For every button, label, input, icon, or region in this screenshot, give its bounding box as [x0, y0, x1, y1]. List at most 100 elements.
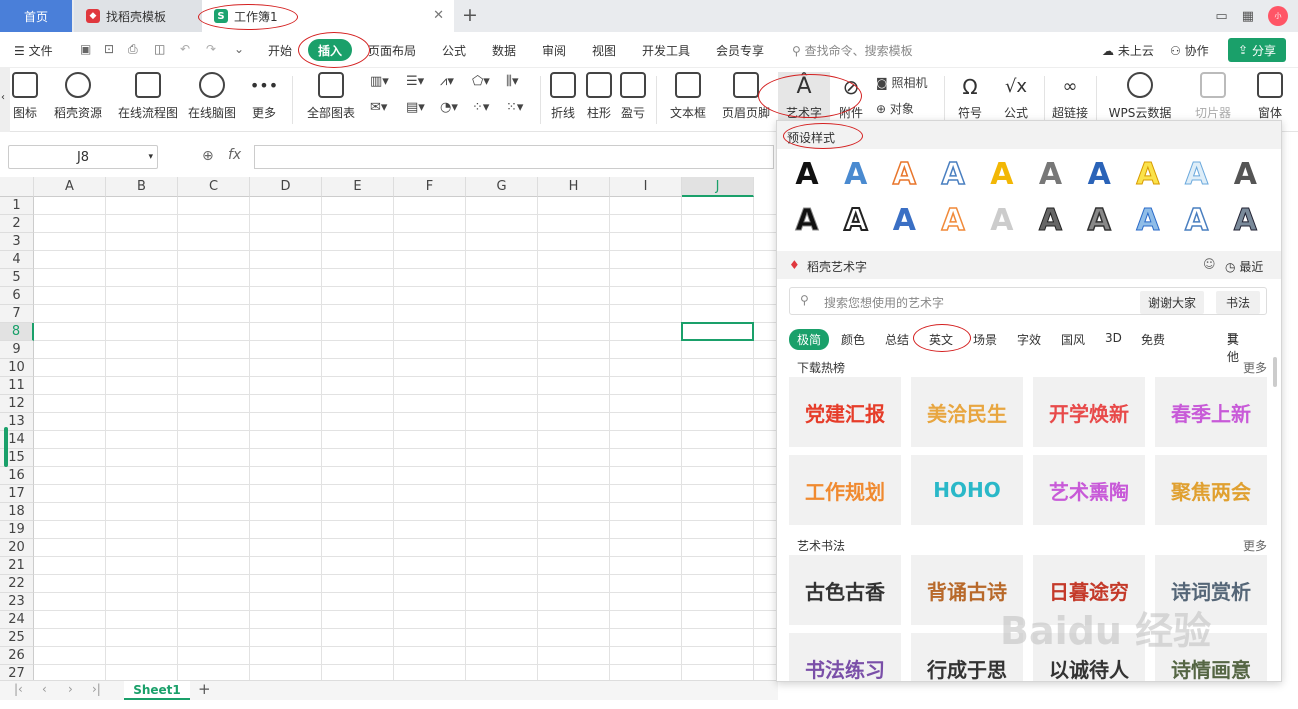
sheet-nav-first-icon[interactable]: |‹ [14, 682, 23, 696]
ribbon-symbol[interactable]: Ω 符号 [950, 72, 990, 121]
menu-start[interactable]: 开始 [268, 42, 292, 59]
collab-button[interactable]: ⚇ 协作 [1170, 42, 1209, 59]
menu-data[interactable]: 数据 [492, 42, 516, 59]
print-icon[interactable]: ⎙ [128, 42, 138, 57]
preset-style-item[interactable]: A [884, 156, 924, 193]
row-header[interactable]: 6 [0, 287, 34, 305]
radar-chart-icon[interactable]: ⬠▾ [472, 74, 490, 89]
tag-guofeng[interactable]: 国风 [1061, 331, 1085, 348]
preset-style-item[interactable]: A [1128, 203, 1168, 239]
command-search[interactable]: ⚲ 查找命令、搜索模板 [792, 42, 913, 59]
preset-style-item[interactable]: A [1031, 157, 1071, 192]
new-tab-icon[interactable]: + [462, 4, 478, 26]
preset-style-item[interactable]: A [1079, 202, 1119, 239]
layout-icon[interactable]: ▭ [1215, 9, 1227, 24]
preset-style-item[interactable]: A [1177, 202, 1217, 239]
mail-chart-icon[interactable]: ✉▾ [370, 100, 387, 115]
tag-effect[interactable]: 字效 [1017, 331, 1041, 348]
ribbon-slicer[interactable]: 切片器 [1192, 72, 1234, 121]
formula-input[interactable] [254, 145, 774, 169]
search-suggestion-calligraphy[interactable]: 书法 [1215, 291, 1260, 314]
ribbon-sparkline-line[interactable]: 折线 [548, 72, 578, 121]
menu-page-layout[interactable]: 页面布局 [368, 42, 416, 59]
line-chart-icon[interactable]: ⩘▾ [440, 74, 454, 89]
zoom-search-icon[interactable]: ⊕ [202, 148, 214, 164]
sheet-nav-prev-icon[interactable]: ‹ [42, 682, 47, 696]
tab-docer-templates[interactable]: ◆ 找稻壳模板 [74, 0, 202, 32]
row-header[interactable]: 8 [0, 323, 34, 341]
preset-style-item[interactable]: A [982, 157, 1022, 192]
row-header[interactable]: 11 [0, 377, 34, 395]
wordart-thumbnail[interactable]: 聚焦两会 [1155, 455, 1267, 525]
export-icon[interactable]: ⊡ [104, 42, 114, 56]
column-header[interactable]: I [610, 177, 682, 197]
row-header[interactable]: 17 [0, 485, 34, 503]
share-button[interactable]: ⇪ 分享 [1228, 38, 1286, 62]
ribbon-textbox[interactable]: 文本框 [664, 72, 712, 121]
row-header[interactable]: 25 [0, 629, 34, 647]
wordart-search-box[interactable]: ⚲ 搜索您想使用的艺术字 谢谢大家 书法 [789, 287, 1267, 315]
preset-style-item[interactable]: A [787, 157, 827, 192]
wordart-thumbnail[interactable]: 春季上新 [1155, 377, 1267, 447]
selected-cell[interactable] [681, 322, 754, 341]
ribbon-docer-resources[interactable]: 稻壳资源 [50, 72, 106, 121]
row-header[interactable]: 24 [0, 611, 34, 629]
row-header[interactable]: 10 [0, 359, 34, 377]
bar-chart-h-icon[interactable]: ☰▾ [406, 74, 424, 89]
tag-scene[interactable]: 场景 [973, 331, 997, 348]
column-chart-icon[interactable]: ▥▾ [370, 74, 389, 89]
sheet-nav-last-icon[interactable]: ›| [92, 682, 101, 696]
column-header[interactable]: F [394, 177, 466, 197]
menu-review[interactable]: 审阅 [542, 42, 566, 59]
ribbon-flowchart[interactable]: 在线流程图 [116, 72, 180, 121]
calligraphy-more-link[interactable]: 更多 [1243, 537, 1267, 554]
column-header[interactable]: G [466, 177, 538, 197]
wordart-thumbnail[interactable]: 工作规划 [789, 455, 901, 525]
column-header[interactable]: E [322, 177, 394, 197]
tag-summary[interactable]: 总结 [885, 331, 909, 348]
spreadsheet-grid[interactable]: A B C D E F G H I J 1 2 3 4 5 6 7 8 9 10 11 12 13 14 15 16 17 18 19 2… [0, 177, 778, 680]
wordart-thumbnail[interactable]: 书法练习 [789, 633, 901, 681]
preset-style-item[interactable]: A [933, 156, 973, 193]
quick-dropdown-icon[interactable]: ⌄ [234, 42, 244, 56]
tag-minimal[interactable]: 极简 [789, 329, 830, 350]
ribbon-object[interactable]: ⊕ 对象 [876, 100, 914, 117]
menu-member[interactable]: 会员专享 [716, 42, 764, 59]
cloud-status[interactable]: ☁ 未上云 [1102, 42, 1154, 59]
ribbon-equation[interactable]: √x 公式 [996, 72, 1036, 121]
ribbon-scroll-left[interactable]: ‹ [0, 68, 10, 132]
row-header[interactable]: 27 [0, 665, 34, 680]
ribbon-sparkline-column[interactable]: 柱形 [584, 72, 614, 121]
wordart-thumbnail[interactable]: 党建汇报 [789, 377, 901, 447]
hot-more-link[interactable]: 更多 [1243, 359, 1267, 376]
row-header[interactable]: 26 [0, 647, 34, 665]
other-chart-icon[interactable]: ⁙▾ [506, 100, 523, 115]
row-header[interactable]: 4 [0, 251, 34, 269]
ribbon-wps-cloud-data[interactable]: WPS云数据 [1102, 72, 1178, 121]
ribbon-more[interactable]: ••• 更多 [244, 72, 284, 121]
row-header[interactable]: 22 [0, 575, 34, 593]
ribbon-camera[interactable]: ◙ 照相机 [876, 74, 928, 91]
ribbon-form[interactable]: 窗体 [1250, 72, 1290, 121]
menu-formula[interactable]: 公式 [442, 42, 466, 59]
name-box[interactable]: J8 ▾ [8, 145, 158, 169]
row-header[interactable]: 21 [0, 557, 34, 575]
wordart-thumbnail[interactable]: 开学焕新 [1033, 377, 1145, 447]
scatter-chart-icon[interactable]: ⁘▾ [472, 100, 489, 115]
preset-style-item[interactable]: A [1079, 157, 1119, 192]
row-header[interactable]: 23 [0, 593, 34, 611]
column-header[interactable]: J [682, 177, 754, 197]
preset-style-item[interactable]: A [836, 157, 876, 192]
column-header[interactable]: A [34, 177, 106, 197]
tag-color[interactable]: 颜色 [841, 331, 865, 348]
preset-style-item[interactable]: A [836, 202, 876, 239]
row-header[interactable]: 16 [0, 467, 34, 485]
sheet-tab-active[interactable]: Sheet1 [124, 681, 190, 700]
preset-style-item[interactable]: A [1225, 157, 1265, 192]
row-header[interactable]: 19 [0, 521, 34, 539]
tag-free[interactable]: 免费 [1141, 331, 1165, 348]
ribbon-sparkline-winloss[interactable]: 盈亏 [618, 72, 648, 121]
fx-icon[interactable]: fx [228, 147, 241, 163]
menu-dev-tools[interactable]: 开发工具 [642, 42, 690, 59]
recent-button[interactable]: ◷ 最近 [1225, 258, 1263, 275]
